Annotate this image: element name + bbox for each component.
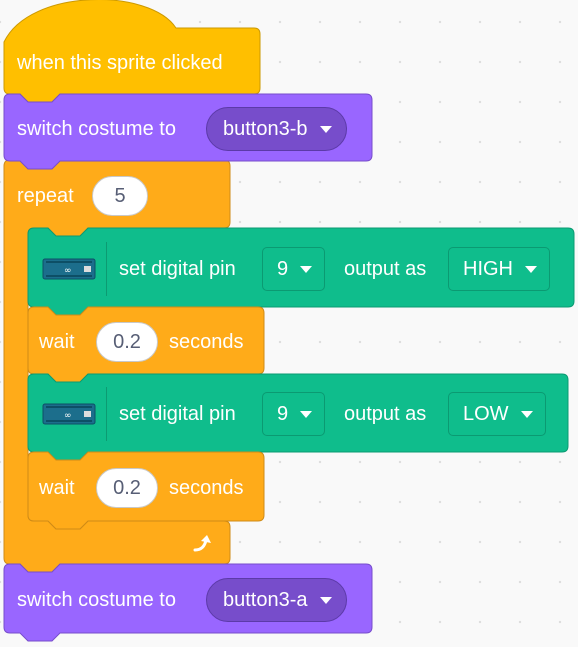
chevron-down-icon bbox=[319, 125, 332, 133]
switch-costume-label-2: switch costume to bbox=[17, 589, 176, 611]
chevron-down-icon bbox=[300, 410, 313, 418]
chevron-down-icon bbox=[520, 410, 533, 418]
switch-costume-label-1: switch costume to bbox=[17, 118, 176, 140]
set-pin-label-1: set digital pin bbox=[119, 258, 236, 280]
repeat-label: repeat bbox=[17, 185, 74, 207]
block-separator bbox=[106, 387, 107, 441]
output-dropdown-2[interactable]: LOW bbox=[448, 392, 546, 436]
pin-dropdown-value-1: 9 bbox=[277, 257, 289, 280]
seconds-label-2: seconds bbox=[169, 477, 244, 499]
pin-dropdown-value-2: 9 bbox=[277, 402, 289, 425]
costume-dropdown-value-2: button3-a bbox=[223, 588, 308, 611]
chevron-down-icon bbox=[319, 596, 332, 604]
wait-label-2: wait bbox=[39, 477, 75, 499]
hat-block-label: when this sprite clicked bbox=[17, 52, 223, 74]
costume-dropdown-2[interactable]: button3-a bbox=[206, 578, 347, 622]
output-dropdown-1[interactable]: HIGH bbox=[448, 247, 550, 291]
block-stack[interactable] bbox=[0, 0, 578, 647]
svg-text:∞: ∞ bbox=[64, 411, 72, 421]
svg-text:∞: ∞ bbox=[64, 266, 72, 276]
rotate-arrow-icon bbox=[193, 535, 211, 552]
wait-seconds-input-1[interactable]: 0.2 bbox=[96, 322, 158, 362]
pin-dropdown-1[interactable]: 9 bbox=[262, 247, 326, 291]
arduino-board-icon: ∞ bbox=[42, 258, 96, 280]
output-dropdown-value-2: LOW bbox=[463, 402, 509, 425]
arduino-board-icon: ∞ bbox=[42, 403, 96, 425]
wait-seconds-input-2[interactable]: 0.2 bbox=[96, 468, 158, 508]
wait-label-1: wait bbox=[39, 331, 75, 353]
seconds-label-1: seconds bbox=[169, 331, 244, 353]
set-pin-label-2: set digital pin bbox=[119, 403, 236, 425]
output-dropdown-value-1: HIGH bbox=[463, 257, 513, 280]
pin-dropdown-2[interactable]: 9 bbox=[262, 392, 326, 436]
output-label-1: output as bbox=[344, 258, 427, 280]
block-separator bbox=[106, 242, 107, 296]
output-label-2: output as bbox=[344, 403, 427, 425]
repeat-count-input[interactable]: 5 bbox=[92, 176, 148, 216]
costume-dropdown-value-1: button3-b bbox=[223, 117, 308, 140]
chevron-down-icon bbox=[525, 265, 537, 273]
chevron-down-icon bbox=[300, 265, 313, 273]
costume-dropdown-1[interactable]: button3-b bbox=[206, 107, 347, 151]
